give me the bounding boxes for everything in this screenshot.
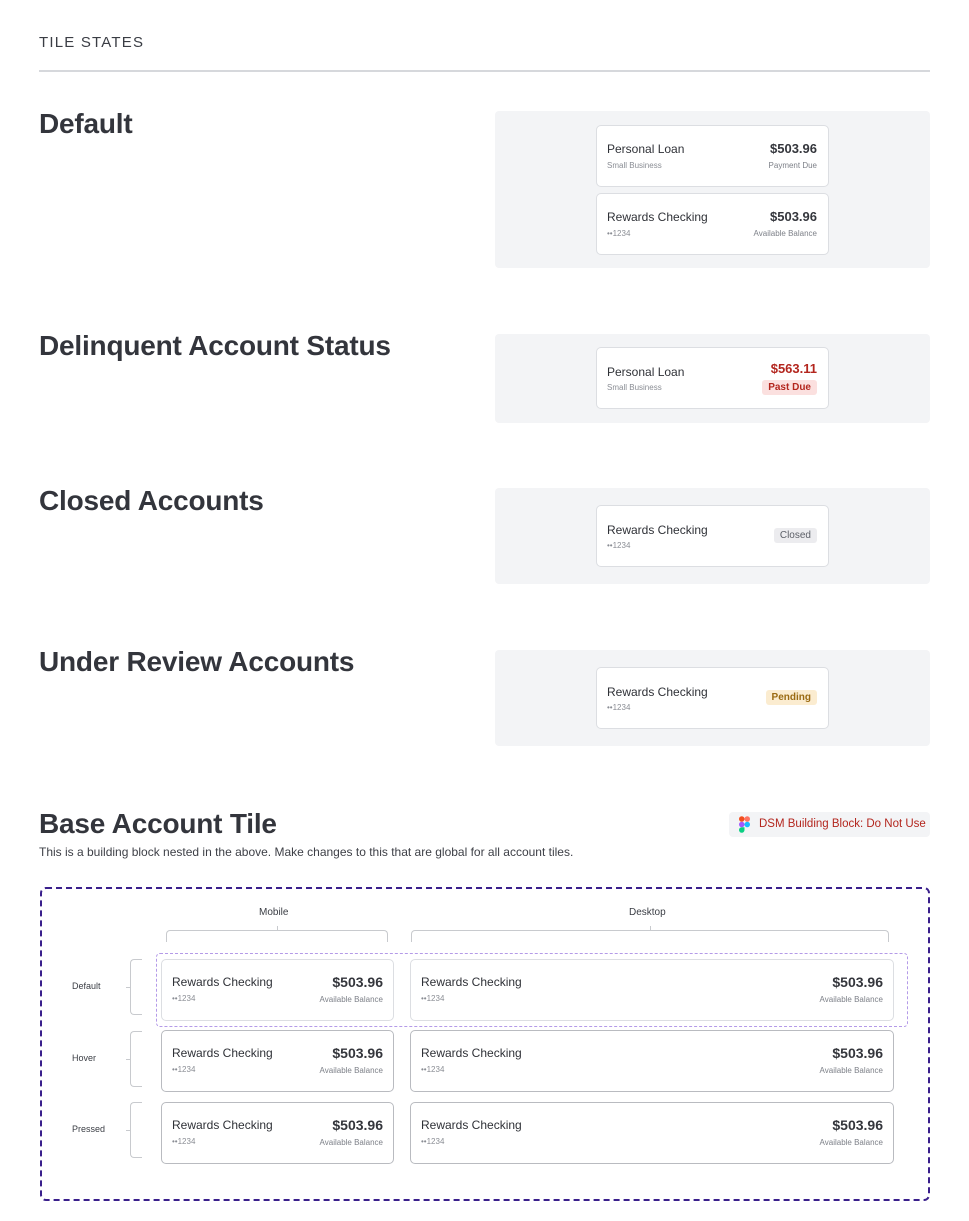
tile-name: Rewards Checking bbox=[172, 1118, 273, 1132]
tile-subtitle: ••1234 bbox=[607, 229, 631, 238]
tile-name: Rewards Checking bbox=[607, 523, 708, 537]
section-title-default: Default bbox=[39, 108, 133, 139]
tile-amount: $503.96 bbox=[832, 1045, 883, 1061]
tile-subtitle: ••1234 bbox=[421, 994, 445, 1003]
section-title-base-tile: Base Account Tile bbox=[39, 808, 277, 839]
tile-name: Rewards Checking bbox=[607, 685, 708, 699]
tile-name: Rewards Checking bbox=[421, 1046, 522, 1060]
stage-default: Personal Loan Small Business $503.96 Pay… bbox=[495, 111, 930, 268]
tile-amount: $503.96 bbox=[832, 974, 883, 990]
section-title-under-review: Under Review Accounts bbox=[39, 646, 355, 677]
tile-amount: $503.96 bbox=[770, 141, 817, 156]
tile-meta: Available Balance bbox=[819, 1066, 883, 1075]
tile-subtitle: ••1234 bbox=[172, 1137, 196, 1146]
tile-subtitle: Small Business bbox=[607, 383, 662, 392]
tile-subtitle: ••1234 bbox=[172, 994, 196, 1003]
base-tile-desktop-default[interactable]: Rewards Checking ••1234 $503.96 Availabl… bbox=[410, 959, 894, 1021]
tile-subtitle: ••1234 bbox=[607, 541, 631, 550]
base-tile-mobile-hover[interactable]: Rewards Checking ••1234 $503.96 Availabl… bbox=[161, 1030, 394, 1092]
page-title: TILE STATES bbox=[39, 34, 145, 51]
bracket-row-pressed bbox=[126, 1102, 142, 1158]
account-tile-rewards-checking-pending[interactable]: Rewards Checking ••1234 Pending bbox=[596, 667, 829, 729]
base-tile-desktop-pressed[interactable]: Rewards Checking ••1234 $503.96 Availabl… bbox=[410, 1102, 894, 1164]
tile-name: Rewards Checking bbox=[172, 975, 273, 989]
column-label-desktop: Desktop bbox=[629, 907, 666, 918]
tile-amount: $503.96 bbox=[832, 1117, 883, 1133]
account-tile-personal-loan[interactable]: Personal Loan Small Business $503.96 Pay… bbox=[596, 125, 829, 187]
account-tile-rewards-checking-closed[interactable]: Rewards Checking ••1234 Closed bbox=[596, 505, 829, 567]
tile-name: Rewards Checking bbox=[421, 1118, 522, 1132]
bracket-row-default bbox=[126, 959, 142, 1015]
base-tile-desktop-hover[interactable]: Rewards Checking ••1234 $503.96 Availabl… bbox=[410, 1030, 894, 1092]
account-tile-personal-loan-past-due[interactable]: Personal Loan Small Business $563.11 Pas… bbox=[596, 347, 829, 409]
stage-delinquent: Personal Loan Small Business $563.11 Pas… bbox=[495, 334, 930, 423]
tile-meta: Available Balance bbox=[753, 229, 817, 238]
stage-under-review: Rewards Checking ••1234 Pending bbox=[495, 650, 930, 746]
tile-subtitle: ••1234 bbox=[172, 1065, 196, 1074]
dsm-label: DSM Building Block: Do Not Use bbox=[759, 818, 926, 830]
tile-subtitle: ••1234 bbox=[421, 1137, 445, 1146]
dsm-building-block-tag: DSM Building Block: Do Not Use bbox=[729, 812, 930, 837]
tile-amount: $503.96 bbox=[332, 974, 383, 990]
figma-icon bbox=[739, 816, 750, 833]
stage-closed: Rewards Checking ••1234 Closed bbox=[495, 488, 930, 584]
tile-meta: Available Balance bbox=[319, 1138, 383, 1147]
tile-amount: $503.96 bbox=[332, 1117, 383, 1133]
base-tile-mobile-pressed[interactable]: Rewards Checking ••1234 $503.96 Availabl… bbox=[161, 1102, 394, 1164]
tile-amount: $503.96 bbox=[332, 1045, 383, 1061]
tile-meta: Available Balance bbox=[319, 995, 383, 1004]
past-due-badge: Past Due bbox=[762, 380, 817, 395]
tile-subtitle: ••1234 bbox=[607, 703, 631, 712]
tile-name: Personal Loan bbox=[607, 142, 685, 156]
tile-name: Rewards Checking bbox=[172, 1046, 273, 1060]
tile-amount: $503.96 bbox=[770, 209, 817, 224]
base-tile-mobile-default[interactable]: Rewards Checking ••1234 $503.96 Availabl… bbox=[161, 959, 394, 1021]
tile-name: Rewards Checking bbox=[421, 975, 522, 989]
tile-meta: Available Balance bbox=[819, 1138, 883, 1147]
base-description: This is a building block nested in the a… bbox=[39, 845, 574, 859]
tile-meta: Payment Due bbox=[768, 161, 817, 170]
pending-badge: Pending bbox=[765, 690, 817, 705]
tile-name: Personal Loan bbox=[607, 365, 685, 379]
bracket-desktop bbox=[411, 926, 889, 942]
header-divider bbox=[39, 70, 930, 72]
tile-meta: Available Balance bbox=[319, 1066, 383, 1075]
tile-subtitle: ••1234 bbox=[421, 1065, 445, 1074]
bracket-mobile bbox=[166, 926, 388, 942]
row-label-hover: Hover bbox=[72, 1053, 97, 1063]
tile-subtitle: Small Business bbox=[607, 161, 662, 170]
section-title-closed: Closed Accounts bbox=[39, 485, 264, 516]
section-title-delinquent: Delinquent Account Status bbox=[39, 330, 391, 361]
bracket-row-hover bbox=[126, 1031, 142, 1087]
tile-amount: $563.11 bbox=[770, 361, 817, 376]
row-label-default: Default bbox=[72, 981, 101, 991]
row-label-pressed: Pressed bbox=[72, 1124, 106, 1134]
tile-name: Rewards Checking bbox=[607, 210, 708, 224]
account-tile-rewards-checking[interactable]: Rewards Checking ••1234 $503.96 Availabl… bbox=[596, 193, 829, 255]
column-label-mobile: Mobile bbox=[259, 907, 289, 918]
tile-meta: Available Balance bbox=[819, 995, 883, 1004]
closed-badge: Closed bbox=[773, 528, 817, 543]
